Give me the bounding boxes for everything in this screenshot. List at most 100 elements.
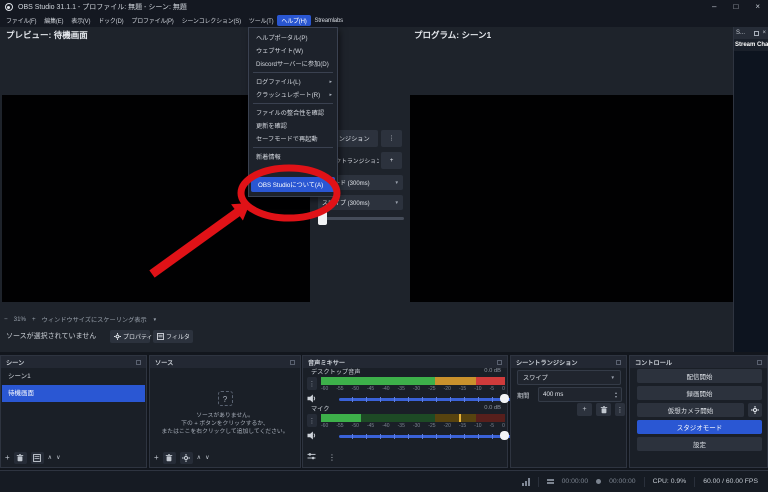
help-menu-item-6[interactable]: 更新を確認 [249, 119, 337, 132]
help-menu-item-label: OBS Studioについて(A) [258, 182, 324, 189]
scenes-dock-header[interactable]: シーン [1, 356, 146, 368]
start-virtual-camera-button[interactable]: 仮想カメラ開始 [637, 403, 744, 417]
menu-item-6[interactable]: ツール(T) [245, 15, 277, 26]
add-transition-button[interactable]: + [577, 403, 592, 416]
minimize-button[interactable]: – [712, 0, 716, 14]
add-scene-button[interactable]: + [5, 452, 10, 464]
move-source-down-button[interactable]: ∨ [205, 452, 209, 464]
scene-filters-button[interactable] [30, 452, 44, 464]
controls-dock-header[interactable]: コントロール [630, 356, 767, 368]
filters-label: フィルタ [166, 335, 190, 341]
studio-mode-workspace: プレビュー: 待機画面 プログラム: シーン1 トランジション ⋮ クイックトラ… [0, 27, 768, 352]
dock-options-icon[interactable] [290, 359, 295, 365]
help-menu-item-3[interactable]: ログファイル(L) ▸ [249, 75, 337, 88]
scene-item[interactable]: シーン1 [2, 369, 145, 385]
remove-transition-button[interactable] [596, 403, 611, 416]
transition-properties-button[interactable]: ⋮ [615, 403, 625, 416]
move-scene-down-button[interactable]: ∨ [56, 452, 60, 464]
menu-item-4[interactable]: プロファイル(P) [127, 15, 177, 26]
scene-item[interactable]: 待機画面 [2, 385, 145, 402]
menu-item-5[interactable]: シーンコレクション(S) [178, 15, 245, 26]
remove-scene-button[interactable] [13, 452, 27, 464]
stream-chat-dock-title: S... [736, 30, 746, 36]
dock-options-icon[interactable] [616, 359, 621, 365]
help-menu-item-4[interactable]: クラッシュレポート(R) ▸ [249, 88, 337, 101]
zoom-out-button[interactable]: − [4, 316, 8, 323]
help-menu-item-7[interactable]: セーフモードで再起動 [249, 132, 337, 145]
virtual-camera-settings-button[interactable] [748, 403, 762, 417]
help-menu-item-label: ログファイル(L) [256, 79, 301, 86]
maximize-button[interactable]: □ [733, 0, 738, 14]
filters-button[interactable]: フィルタ [153, 330, 193, 343]
transition-select[interactable]: スワイプ ▼ [517, 370, 621, 385]
menu-item-0[interactable]: ファイル(F) [2, 15, 40, 26]
scale-mode-label[interactable]: ウィンドウサイズにスケーリング表示 [42, 315, 147, 324]
menu-item-3[interactable]: ドック(D) [94, 15, 127, 26]
transition-current-value: スワイプ [523, 375, 548, 382]
menu-item-1[interactable]: 編集(E) [40, 15, 67, 26]
trash-icon [16, 454, 24, 462]
menu-item-2[interactable]: 表示(V) [67, 15, 94, 26]
help-menu-item-0[interactable]: ヘルプポータル(P) [249, 31, 337, 44]
controls-dock: コントロール 配信開始録画開始仮想カメラ開始スタジオモード 設定 [629, 355, 768, 468]
audio-settings-icon[interactable] [307, 452, 316, 464]
volume-slider-track[interactable] [339, 397, 523, 402]
quick-transition-swipe-button[interactable]: スワイプ (300ms) ▼ [318, 195, 403, 210]
dock-options-icon[interactable] [497, 359, 502, 365]
transition-slider-handle[interactable] [318, 211, 327, 225]
program-canvas [410, 95, 734, 302]
properties-button[interactable]: プロパティ [110, 330, 153, 343]
empty-state-line: またはここを右クリックして追加してください。 [161, 429, 289, 435]
status-bar: 00:00:00 00:00:00 CPU: 0.9% 60.00 / 60.0… [0, 470, 768, 492]
dock-options-icon[interactable] [136, 359, 141, 365]
duration-spinner[interactable]: 400 ms ▴ ▾ [538, 387, 622, 402]
add-source-button[interactable]: + [154, 452, 159, 464]
stream-chat-dock: S... × Stream Chat [733, 27, 768, 352]
sources-dock-header[interactable]: ソース [150, 356, 300, 368]
speaker-icon[interactable] [307, 431, 317, 440]
channel-options-button[interactable]: ⋮ [307, 377, 317, 390]
help-menu-item-label: クラッシュレポート(R) [256, 92, 321, 99]
channel-options-button[interactable]: ⋮ [307, 414, 317, 427]
help-menu-item-label: セーフモードで再起動 [256, 136, 318, 143]
start-streaming-button[interactable]: 配信開始 [637, 369, 762, 383]
source-properties-button[interactable] [179, 452, 193, 464]
help-menu-item-1[interactable]: ウェブサイト(W) [249, 44, 337, 57]
transitions-dock-header[interactable]: シーントランジション [511, 356, 626, 368]
menu-item-7[interactable]: ヘルプ(H) [277, 15, 311, 26]
channel-db-value: 0.0 dB [484, 405, 501, 411]
help-menu-item-10[interactable]: OBS Studioについて(A) [251, 177, 335, 192]
volume-slider-handle[interactable] [500, 394, 509, 403]
zoom-in-button[interactable]: + [32, 316, 36, 323]
network-icon [521, 477, 530, 486]
gear-icon [182, 454, 191, 462]
close-dock-button[interactable]: × [762, 30, 766, 36]
help-menu-item-5[interactable]: ファイルの整合性を確認 [249, 106, 337, 119]
close-button[interactable]: × [755, 0, 760, 14]
move-scene-up-button[interactable]: ∧ [48, 452, 52, 464]
stream-chat-title: Stream Chat [734, 39, 768, 51]
window-title: OBS Studio 31.1.1 - プロファイル: 無題 - シーン: 無題 [18, 4, 187, 11]
popout-icon[interactable] [754, 30, 760, 36]
volume-slider-track[interactable] [339, 434, 523, 439]
transition-slider-track[interactable] [320, 217, 404, 220]
add-quick-transition-button[interactable]: + [381, 152, 402, 169]
speaker-icon[interactable] [307, 394, 317, 403]
start-recording-button[interactable]: 録画開始 [637, 386, 762, 400]
studio-mode-button[interactable]: スタジオモード [637, 420, 762, 434]
menu-item-8[interactable]: Streamlabs [311, 17, 347, 25]
help-menu-item-9[interactable] [249, 163, 337, 176]
help-menu-item-8[interactable]: 新着情報 [249, 150, 337, 163]
transitions-dock-title: シーントランジション [516, 359, 578, 367]
dock-options-icon[interactable] [757, 359, 762, 365]
move-source-up-button[interactable]: ∧ [197, 452, 201, 464]
remove-source-button[interactable] [162, 452, 176, 464]
controls-dock-title: コントロール [635, 359, 673, 367]
spinner-arrows-icon[interactable]: ▴ ▾ [615, 390, 617, 399]
help-menu-item-2[interactable]: Discordサーバーに参加(D) [249, 57, 337, 70]
mixer-more-button[interactable]: ⋮ [328, 452, 336, 464]
stream-chat-dock-header[interactable]: S... × [734, 27, 768, 39]
volume-slider-handle[interactable] [500, 431, 509, 440]
transition-options-button[interactable]: ⋮ [381, 130, 402, 147]
settings-button[interactable]: 設定 [637, 437, 762, 451]
